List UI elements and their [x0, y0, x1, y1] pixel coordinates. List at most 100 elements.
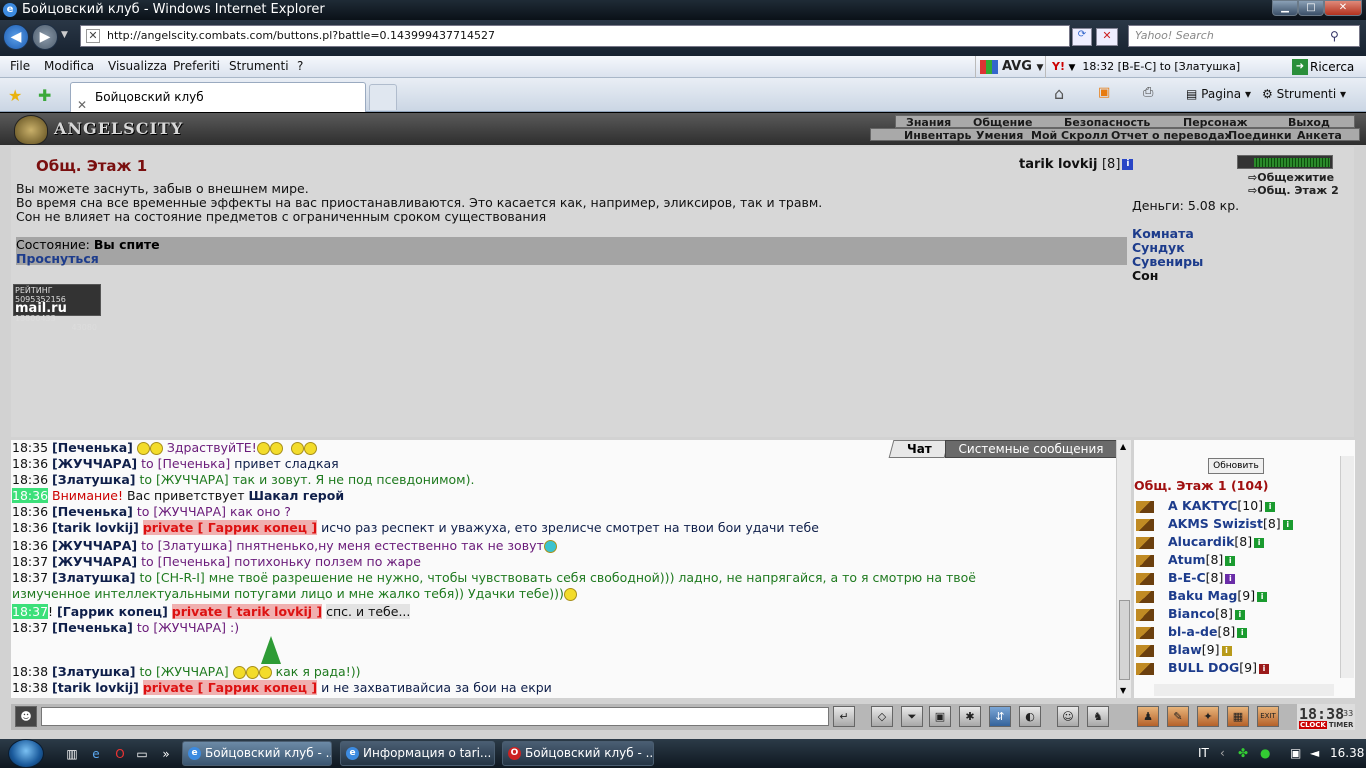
user-row[interactable]: Atum[8] i — [1136, 552, 1236, 567]
chat-sender[interactable]: [Гаррик копец] — [57, 604, 168, 619]
maximize-button[interactable]: □ — [1298, 0, 1324, 16]
history-dropdown-icon[interactable]: ▼ — [61, 30, 68, 40]
tray-chevron-icon[interactable]: ‹ — [1220, 739, 1225, 768]
clear-icon[interactable]: ◇ — [871, 706, 893, 727]
more-icon[interactable]: » — [158, 746, 174, 762]
task-combats-1[interactable]: e Бойцовский клуб - ... — [182, 741, 332, 766]
chat-sender[interactable]: [Печенька] — [52, 504, 133, 519]
search-icon[interactable]: ⚲ — [1330, 29, 1339, 43]
helmet-icon[interactable]: ♞ — [1087, 706, 1109, 727]
speed-icon[interactable]: ◐ — [1019, 706, 1041, 727]
minimize-button[interactable]: ▁ — [1272, 0, 1298, 16]
nav-bezopasnost[interactable]: Безопасность — [1064, 117, 1150, 128]
menu-preferiti[interactable]: Preferiti — [173, 59, 220, 73]
user-row[interactable]: AKMS Swizist[8] i — [1136, 516, 1293, 531]
tab-chat[interactable]: Чат — [888, 440, 950, 458]
add-favorite-icon[interactable]: ✚ — [38, 86, 51, 105]
private-message-icon[interactable] — [1136, 590, 1154, 603]
bag-icon[interactable]: ♟ — [1137, 706, 1159, 727]
private-message-icon[interactable] — [1136, 500, 1154, 513]
menu-modifica[interactable]: Modifica — [44, 59, 94, 73]
chat-sender[interactable]: [Златушка] — [52, 472, 135, 487]
filter-icon[interactable]: ⏷ — [901, 706, 923, 727]
tab-active[interactable]: ✕ Бойцовский клуб — [70, 82, 366, 112]
info-icon[interactable]: i — [1225, 555, 1236, 566]
save-icon[interactable]: ▣ — [929, 706, 951, 727]
chat-sender[interactable]: [tarik lovkij] — [52, 520, 139, 535]
menu-visualizza[interactable]: Visualizza — [108, 59, 167, 73]
nav-anketa[interactable]: Анкета — [1297, 130, 1342, 141]
menu-help[interactable]: ? — [297, 59, 303, 73]
refresh-button[interactable]: Обновить — [1208, 458, 1264, 474]
chat-sender[interactable]: [Печенька] — [52, 440, 133, 455]
private-message-icon[interactable] — [1136, 644, 1154, 657]
scroll-thumb[interactable] — [1119, 600, 1130, 680]
info-icon[interactable]: i — [1265, 501, 1276, 512]
info-icon[interactable]: i — [1237, 627, 1248, 638]
private-message-icon[interactable] — [1136, 626, 1154, 639]
people-icon[interactable]: ✱ — [959, 706, 981, 727]
task-combats-2[interactable]: O Бойцовский клуб - ... — [502, 741, 654, 766]
ie-quicklaunch-icon[interactable]: e — [88, 746, 104, 762]
chat-scrollbar[interactable]: ▲ ▼ — [1116, 440, 1131, 698]
forward-button[interactable]: ▶ — [32, 24, 58, 50]
nav-personazh[interactable]: Персонаж — [1183, 117, 1248, 128]
tray-messenger-icon[interactable]: ● — [1260, 739, 1270, 768]
chat-sender[interactable]: [ЖУЧЧАРА] — [52, 456, 137, 471]
user-row[interactable]: Alucardik[8] i — [1136, 534, 1265, 549]
nav-umeniya[interactable]: Умения — [976, 130, 1023, 141]
tray-clover-icon[interactable]: ✤ — [1238, 739, 1248, 768]
user-row[interactable]: Bianco[8] i — [1136, 606, 1245, 621]
menu-file[interactable]: File — [10, 59, 30, 73]
scroll-up-icon[interactable]: ▲ — [1120, 442, 1126, 451]
online-scrollbar[interactable] — [1340, 456, 1354, 678]
send-icon[interactable]: ↵ — [833, 706, 855, 727]
menu-sunduk[interactable]: Сундук — [1132, 240, 1185, 255]
private-message-icon[interactable] — [1136, 572, 1154, 585]
nearby-etazh-2[interactable]: ⇨Общ. Этаж 2 — [1248, 184, 1339, 197]
info-icon[interactable]: i — [1257, 591, 1268, 602]
window-switch-icon[interactable]: ▭ — [134, 746, 150, 762]
smile-panel-icon[interactable]: ☺ — [1057, 706, 1079, 727]
inventory-icon[interactable]: ▦ — [1227, 706, 1249, 727]
task-info[interactable]: e Информация о tari... — [340, 741, 495, 766]
nav-otchet[interactable]: Отчет о переводах — [1111, 130, 1232, 141]
online-hscrollbar[interactable] — [1154, 684, 1334, 696]
skills-icon[interactable]: ✦ — [1197, 706, 1219, 727]
yahoo-toolbar-field[interactable]: Y! ▼ 18:32 [B-E-C] to [Златушка] маладец… — [1045, 56, 1287, 96]
home-icon[interactable]: ⌂ — [1054, 84, 1064, 103]
info-icon[interactable]: i — [1254, 537, 1265, 548]
private-message-icon[interactable] — [1136, 518, 1154, 531]
nav-moy-skroll[interactable]: Мой Скролл — [1031, 130, 1108, 141]
user-row[interactable]: Baku Mag[9] i — [1136, 588, 1268, 603]
private-message-icon[interactable] — [1136, 554, 1154, 567]
feeds-icon[interactable]: ▣ — [1098, 85, 1110, 100]
nav-poedinki[interactable]: Поединки — [1228, 130, 1292, 141]
private-message-icon[interactable] — [1136, 662, 1154, 675]
stop-icon[interactable]: ✕ — [1096, 28, 1118, 46]
search-input[interactable]: Yahoo! Search — [1128, 25, 1360, 47]
chat-sender[interactable]: [ЖУЧЧАРА] — [52, 554, 137, 569]
close-button[interactable]: ✕ — [1324, 0, 1362, 16]
new-tab-button[interactable] — [369, 84, 397, 110]
nav-inventar[interactable]: Инвентарь — [904, 130, 971, 141]
show-desktop-icon[interactable]: ▥ — [64, 746, 80, 762]
chat-message-input[interactable] — [41, 707, 829, 726]
chat-sender[interactable]: [Златушка] — [52, 664, 135, 679]
private-message-icon[interactable] — [1136, 536, 1154, 549]
start-button[interactable] — [8, 739, 44, 768]
menu-suveniry[interactable]: Сувениры — [1132, 254, 1203, 269]
scroll-icon[interactable]: ✎ — [1167, 706, 1189, 727]
chat-sender[interactable]: [Печенька] — [52, 620, 133, 635]
nav-znaniya[interactable]: Знания — [906, 117, 951, 128]
chat-sender[interactable]: [ЖУЧЧАРА] — [52, 538, 137, 553]
chat-sender[interactable]: [tarik lovkij] — [52, 680, 139, 695]
opera-icon[interactable]: O — [112, 746, 128, 762]
nav-vykhod[interactable]: Выход — [1288, 117, 1330, 128]
address-field[interactable]: ✕ http://angelscity.combats.com/buttons.… — [80, 25, 1070, 47]
strumenti-menu[interactable]: ⚙ Strumenti ▾ — [1262, 87, 1346, 101]
minimap[interactable] — [1237, 155, 1333, 169]
info-icon[interactable]: i — [1282, 519, 1293, 530]
user-row[interactable]: BULL DOG[9] i — [1136, 660, 1269, 675]
exit-icon[interactable]: EXIT — [1257, 706, 1279, 727]
